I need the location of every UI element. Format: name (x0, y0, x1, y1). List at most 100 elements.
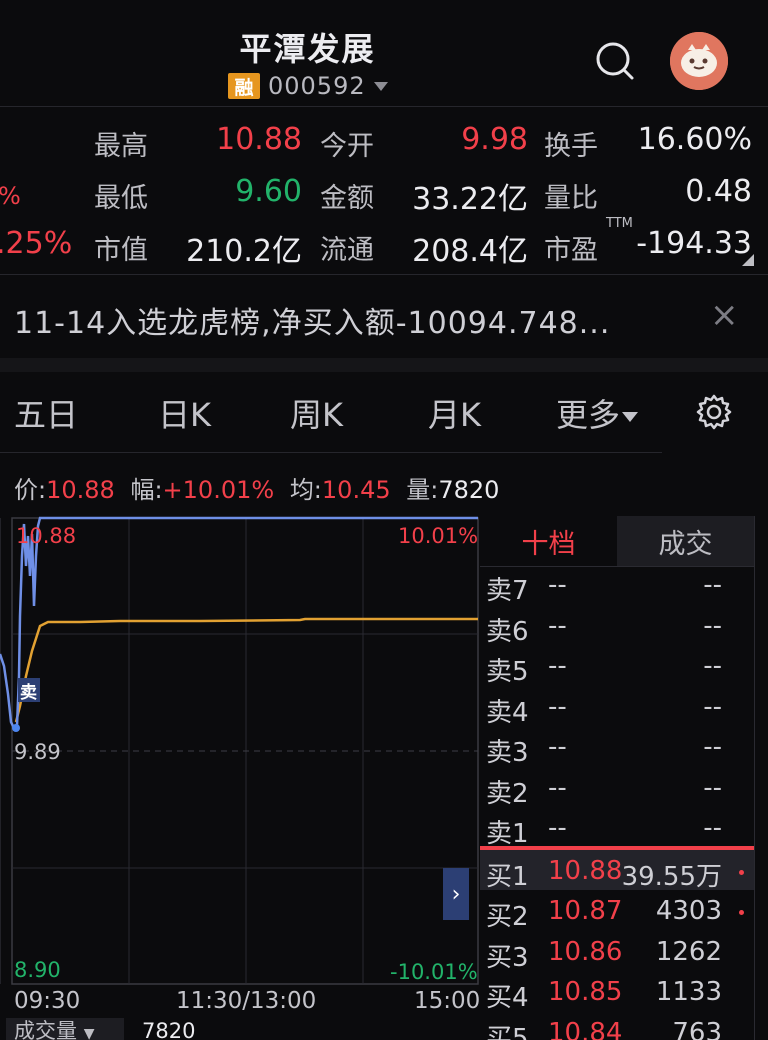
caret-down-icon (622, 412, 639, 422)
ask-volume: -- (703, 570, 722, 600)
ask-volume: -- (703, 732, 722, 762)
volume-indicator-selector[interactable]: 成交量 ▼ (6, 1018, 124, 1040)
ask-row: 卖3 -- -- (480, 728, 754, 768)
pe-value: -194.33 (636, 226, 752, 261)
bid-price: 10.88 (548, 856, 623, 886)
bid-volume: 4303 (655, 896, 722, 926)
ask-volume: -- (703, 773, 722, 803)
change-label: 幅: (130, 476, 163, 504)
ask-price: -- (548, 773, 567, 803)
change-pct-fragment: .25% (0, 226, 73, 261)
turnover-label: 换手 (544, 131, 598, 162)
order-book-tabs: 十档 成交 (480, 516, 754, 566)
pe-label: 市盈 (544, 235, 598, 266)
bid-price: 10.84 (548, 1018, 623, 1040)
ask-price: -- (548, 692, 567, 722)
tab-more-label: 更多 (556, 396, 621, 434)
volume-tab-label: 成交量 (14, 1019, 77, 1040)
sell-marker[interactable]: 卖 (20, 678, 37, 703)
ask-volume: -- (703, 611, 722, 641)
header: 平潭发展 融 000592 (0, 0, 768, 106)
ask-label: 卖2 (486, 779, 529, 809)
pct-top-label: 10.01% (398, 524, 479, 548)
turnover-value: 16.60% (637, 122, 752, 157)
bid-row: 买1 10.88 39.55万 (480, 852, 754, 892)
gear-icon[interactable] (694, 392, 734, 432)
vol-ratio-value: 0.48 (685, 174, 752, 209)
expand-corner-icon[interactable] (742, 254, 754, 266)
divider (754, 516, 755, 1040)
bid-price: 10.85 (548, 977, 623, 1007)
volume-indicator-value: 7820 (142, 1019, 196, 1040)
volume-indicator-bar: 成交量 ▼ 7820 (0, 1018, 480, 1040)
intraday-chart-svg (0, 516, 479, 985)
tab-weekly-k[interactable]: 周K (290, 390, 343, 436)
tab-ten-levels[interactable]: 十档 (480, 516, 617, 566)
time-label-open: 09:30 (14, 988, 81, 1014)
float-value: 208.4亿 (412, 234, 528, 269)
ask-row: 卖6 -- -- (480, 607, 754, 647)
close-icon[interactable]: × (710, 298, 739, 332)
bid-row: 买5 10.84 763 (480, 1014, 754, 1040)
high-label: 最高 (94, 131, 148, 162)
price-label: 价: (14, 476, 47, 504)
tab-more[interactable]: 更多 (556, 390, 639, 436)
ask-label: 卖5 (486, 657, 529, 687)
order-book: 十档 成交 卖7 -- -- 卖6 -- -- 卖5 -- -- 卖4 -- -- 卖3 -- --… (480, 516, 768, 1040)
ask-label: 卖3 (486, 738, 529, 768)
mcap-label: 市值 (94, 235, 148, 266)
bid-row: 买3 10.86 1262 (480, 933, 754, 973)
open-value: 9.98 (461, 122, 528, 157)
bid-volume: 39.55万 (621, 862, 722, 892)
spread-divider (480, 846, 754, 850)
tab-trades[interactable]: 成交 (617, 516, 754, 566)
change-value: +10.01% (162, 476, 275, 504)
divider (0, 106, 768, 107)
divider (0, 274, 768, 275)
bid-volume: 1133 (655, 977, 722, 1007)
stock-name: 平潭发展 (239, 30, 376, 68)
bid-price: 10.87 (548, 896, 623, 926)
price-bottom-label: 8.90 (14, 958, 61, 982)
time-label-mid: 11:30/13:00 (176, 988, 317, 1014)
ttm-superscript: TTM (606, 216, 633, 231)
ask-volume: -- (703, 692, 722, 722)
ask-price: -- (548, 813, 567, 843)
news-banner[interactable]: 11-14入选龙虎榜,净买入额-10094.748... × (0, 276, 768, 358)
time-label-close: 15:00 (414, 988, 481, 1014)
tab-monthly-k[interactable]: 月K (428, 390, 481, 436)
chevron-right-icon[interactable]: › (443, 868, 469, 920)
bid-label: 买5 (486, 1024, 529, 1040)
low-label: 最低 (94, 183, 148, 214)
ask-row: 卖5 -- -- (480, 647, 754, 687)
ask-label: 卖4 (486, 698, 529, 728)
bid-label: 买1 (486, 862, 529, 892)
bid-row: 买4 10.85 1133 (480, 973, 754, 1013)
news-text[interactable]: 11-14入选龙虎榜,净买入额-10094.748... (14, 298, 610, 342)
ask-price: -- (548, 611, 567, 641)
ask-price: -- (548, 651, 567, 681)
low-value: 9.60 (235, 174, 302, 209)
stock-code-selector[interactable]: 融 000592 (228, 72, 388, 100)
vol-ratio-label: 量比 (544, 183, 598, 214)
avatar[interactable] (670, 32, 728, 90)
ask-volume: -- (703, 813, 722, 843)
bid-volume: 763 (672, 1018, 722, 1040)
crosshair-info: 价:10.88 幅:+10.01% 均:10.45 量:7820 (14, 470, 499, 505)
bid-label: 买4 (486, 983, 529, 1013)
bid-row: 买2 10.87 4303 (480, 892, 754, 932)
stock-code: 000592 (268, 72, 366, 100)
ask-price: -- (548, 732, 567, 762)
amount-value: 33.22亿 (412, 182, 528, 217)
ask-label: 卖7 (486, 576, 529, 606)
tab-five-day[interactable]: 五日 (14, 390, 78, 436)
intraday-chart[interactable]: 10.88 10.01% 9.89 8.90 -10.01% 卖 (0, 516, 480, 986)
open-label: 今开 (320, 131, 374, 162)
ask-label: 卖6 (486, 617, 529, 647)
ask-label: 卖1 (486, 819, 529, 849)
search-icon[interactable] (594, 40, 636, 82)
tab-daily-k[interactable]: 日K (158, 390, 211, 436)
quote-stats[interactable]: 最高 10.88 今开 9.98 换手 16.60% % 最低 9.60 金额 … (0, 112, 768, 272)
price-top-label: 10.88 (16, 524, 77, 548)
ask-price: -- (548, 570, 567, 600)
